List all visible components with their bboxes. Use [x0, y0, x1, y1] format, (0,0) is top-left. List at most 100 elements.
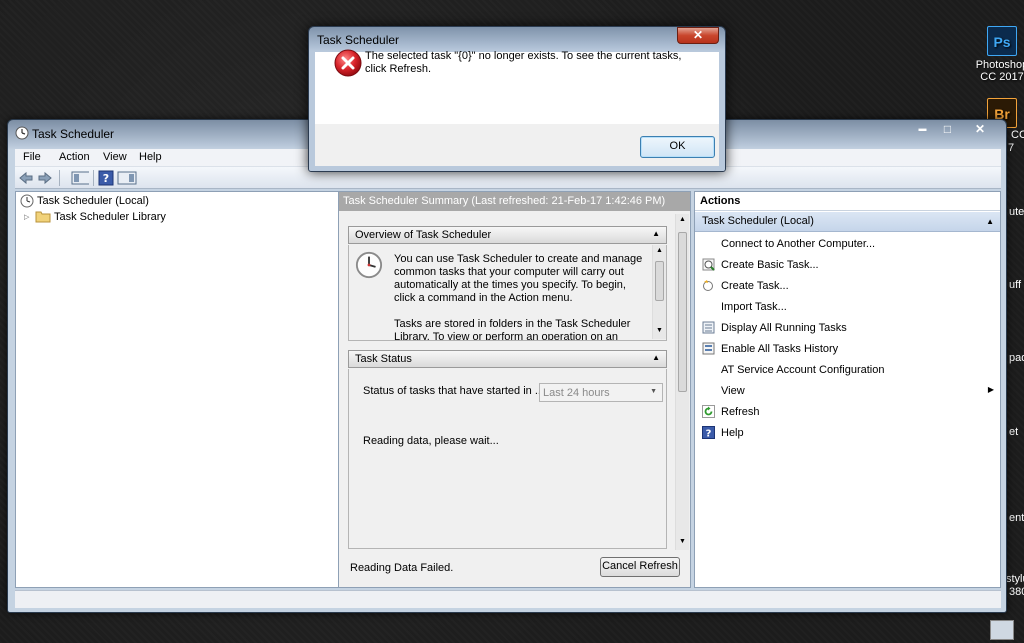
action-refresh[interactable]: Refresh: [695, 401, 1000, 422]
svg-text:?: ?: [103, 172, 109, 185]
task-status-section-header[interactable]: Task Status ▲: [348, 350, 667, 368]
action-label: AT Service Account Configuration: [721, 363, 885, 376]
action-import-task[interactable]: Import Task...: [695, 296, 1000, 317]
action-label: Refresh: [721, 405, 760, 418]
clock-icon: [20, 194, 34, 208]
toolbar-separator: [93, 170, 94, 186]
action-label: Create Basic Task...: [721, 258, 819, 271]
desktop-edge-text: stylu: [1006, 573, 1024, 585]
desktop-icon-photoshop[interactable]: Ps Photoshop CC 2017: [972, 26, 1024, 83]
overview-scrollbar[interactable]: ▲ ▼: [652, 245, 666, 339]
close-button[interactable]: ✕: [960, 121, 1000, 138]
desktop-shortcut-icon[interactable]: [990, 620, 1014, 640]
desktop-edge-text: CC: [1011, 129, 1024, 141]
summary-footer: Reading Data Failed. Cancel Refresh: [339, 552, 690, 587]
desktop-edge-text: uff: [1009, 279, 1022, 291]
status-loading-text: Reading data, please wait...: [363, 435, 499, 447]
show-hide-action-pane-icon[interactable]: [117, 170, 137, 186]
error-icon: [334, 49, 362, 77]
collapse-icon[interactable]: ▲: [652, 353, 660, 362]
scroll-thumb[interactable]: [678, 232, 687, 392]
actions-group-label: Task Scheduler (Local): [702, 215, 814, 227]
ok-button[interactable]: OK: [640, 136, 715, 158]
task-scheduler-window: Task Scheduler ▬ □ ✕ File Action View He…: [7, 119, 1007, 613]
scroll-down-icon[interactable]: ▼: [656, 327, 663, 334]
action-create-task[interactable]: Create Task...: [695, 275, 1000, 296]
actions-group-header[interactable]: Task Scheduler (Local) ▲: [695, 212, 1000, 232]
action-view[interactable]: View ▶: [695, 380, 1000, 401]
window-title: Task Scheduler: [32, 127, 115, 141]
folder-icon: [35, 211, 51, 223]
action-create-basic-task[interactable]: Create Basic Task...: [695, 254, 1000, 275]
dialog-message: The selected task "{0}" no longer exists…: [365, 50, 682, 75]
action-label: Enable All Tasks History: [721, 342, 839, 355]
reading-failed-text: Reading Data Failed.: [350, 562, 454, 574]
dialog-title: Task Scheduler: [317, 33, 400, 47]
action-label: View: [721, 384, 745, 397]
photoshop-icon: Ps: [987, 26, 1017, 56]
collapse-icon[interactable]: ▲: [652, 229, 660, 238]
help-icon: ?: [701, 426, 715, 440]
desktop-edge-text: ute: [1009, 206, 1024, 218]
maximize-button[interactable]: □: [935, 121, 960, 138]
scheduler-clock-icon: [355, 251, 383, 279]
toolbar-separator: [59, 170, 60, 186]
blank-icon: [701, 237, 715, 251]
refresh-icon: [701, 405, 715, 419]
create-task-icon: [701, 279, 715, 293]
action-help[interactable]: ? Help: [695, 422, 1000, 443]
time-range-dropdown[interactable]: Last 24 hours ▼: [539, 383, 663, 402]
menu-action[interactable]: Action: [59, 151, 90, 163]
dialog-close-button[interactable]: ✕: [677, 27, 719, 44]
help-icon[interactable]: ?: [98, 170, 114, 186]
submenu-arrow-icon: ▶: [987, 385, 994, 394]
svg-text:?: ?: [705, 429, 711, 440]
collapse-icon[interactable]: ▲: [986, 217, 994, 226]
scroll-down-icon[interactable]: ▼: [679, 538, 686, 545]
tree-item-label: Task Scheduler Library: [54, 210, 166, 223]
action-label: Connect to Another Computer...: [721, 237, 876, 250]
summary-scrollbar[interactable]: ▲ ▼: [675, 214, 689, 550]
overview-title: Overview of Task Scheduler: [355, 229, 492, 241]
menu-view[interactable]: View: [103, 151, 127, 163]
cancel-refresh-button[interactable]: Cancel Refresh: [600, 557, 680, 577]
action-enable-history[interactable]: Enable All Tasks History: [695, 338, 1000, 359]
running-tasks-icon: [701, 321, 715, 335]
expand-arrow-icon[interactable]: ▷: [24, 213, 32, 221]
desktop-icon-label: Photoshop: [975, 59, 1024, 71]
menu-file[interactable]: File: [23, 151, 41, 163]
tree-item-local[interactable]: Task Scheduler (Local): [20, 194, 149, 208]
scroll-up-icon[interactable]: ▲: [656, 247, 663, 254]
action-label: Help: [721, 426, 744, 439]
action-display-running[interactable]: Display All Running Tasks: [695, 317, 1000, 338]
menu-help[interactable]: Help: [139, 151, 162, 163]
task-status-title: Task Status: [355, 353, 412, 365]
action-label: Import Task...: [721, 300, 787, 313]
forward-arrow-icon[interactable]: [37, 170, 53, 186]
clock-icon: [15, 126, 29, 140]
action-label: Create Task...: [721, 279, 789, 292]
dropdown-value: Last 24 hours: [543, 387, 610, 399]
action-label: Display All Running Tasks: [721, 321, 847, 334]
action-at-service[interactable]: AT Service Account Configuration: [695, 359, 1000, 380]
error-dialog: Task Scheduler ✕ The selected task "{0}"…: [308, 26, 726, 172]
tree-item-label: Task Scheduler (Local): [37, 195, 149, 207]
show-hide-tree-icon[interactable]: [69, 170, 89, 186]
blank-icon: [701, 300, 715, 314]
summary-pane: Task Scheduler Summary (Last refreshed: …: [338, 191, 691, 588]
tree-item-library[interactable]: ▷ Task Scheduler Library: [24, 210, 166, 223]
back-arrow-icon[interactable]: [18, 170, 34, 186]
status-range-label: Status of tasks that have started in ...: [363, 385, 544, 397]
blank-icon: [701, 384, 715, 398]
scroll-up-icon[interactable]: ▲: [679, 216, 686, 223]
action-connect[interactable]: Connect to Another Computer...: [695, 233, 1000, 254]
desktop-edge-text: pad: [1009, 352, 1024, 364]
minimize-button[interactable]: ▬: [910, 121, 935, 138]
desktop-edge-text: 380: [1009, 586, 1024, 598]
actions-pane: Actions Task Scheduler (Local) ▲ Connect…: [694, 191, 1001, 588]
overview-section-header[interactable]: Overview of Task Scheduler ▲: [348, 226, 667, 244]
scroll-thumb[interactable]: [655, 261, 664, 301]
desktop-edge-text: 7: [1008, 142, 1015, 154]
window-controls: ▬ □ ✕: [910, 121, 1000, 138]
console-tree-pane: Task Scheduler (Local) ▷ Task Scheduler …: [15, 191, 341, 588]
